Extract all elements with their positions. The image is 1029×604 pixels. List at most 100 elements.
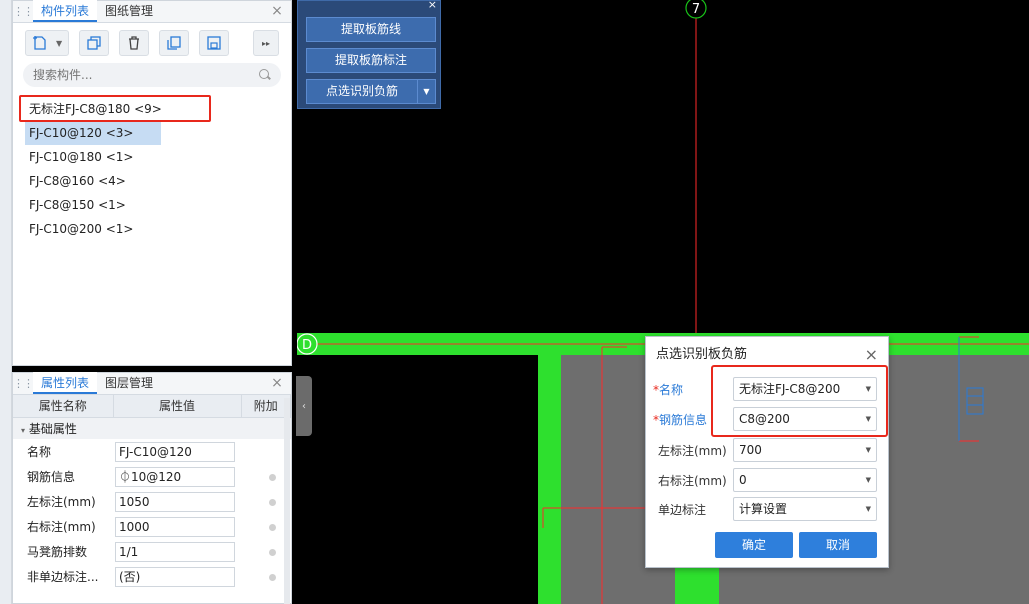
chevron-down-icon: ▼ xyxy=(865,476,871,484)
delete-component-button[interactable] xyxy=(119,30,149,56)
close-icon[interactable]: × xyxy=(428,0,437,11)
field-label: 左标注(mm) xyxy=(658,444,727,458)
table-row: 名称 FJ-C10@120 xyxy=(13,439,291,464)
chevron-down-icon: ▼ xyxy=(865,505,871,513)
property-name: 非单边标注... xyxy=(27,570,99,584)
extract-rebar-annotation-button[interactable]: 提取板筋标注 xyxy=(306,48,436,73)
property-name: 钢筋信息 xyxy=(27,470,76,484)
trash-icon xyxy=(129,36,139,50)
property-value-field[interactable]: ⏀10@120 xyxy=(115,466,235,487)
select-value: 700 xyxy=(739,443,762,457)
new-component-button[interactable]: ▼ xyxy=(25,30,69,56)
close-icon[interactable]: × xyxy=(865,337,878,373)
left-dock-strip xyxy=(0,0,12,604)
axis-label-d: D xyxy=(302,338,312,353)
scrollbar[interactable] xyxy=(284,398,290,604)
field-row-name: *名称 无标注FJ-C8@200 ▼ xyxy=(646,377,890,401)
field-row-single-side: 单边标注 计算设置 ▼ xyxy=(646,497,890,521)
ok-button[interactable]: 确定 xyxy=(715,532,793,558)
chevron-down-icon[interactable]: ▼ xyxy=(418,79,436,104)
property-value-field[interactable]: 1050 xyxy=(115,491,235,512)
list-item[interactable]: FJ-C10@200 <1> xyxy=(25,217,161,241)
tab-component-list[interactable]: 构件列表 xyxy=(33,0,98,22)
chevron-down-icon: ▼ xyxy=(865,385,871,393)
component-list-panel: ⋮⋮ 构件列表 图纸管理 × ▼ ▸▸ 搜索构件... 无标注FJ-C8@180… xyxy=(12,0,292,366)
property-name: 马凳筋排数 xyxy=(27,545,88,559)
list-item[interactable]: FJ-C8@160 <4> xyxy=(25,169,161,193)
component-list: 无标注FJ-C8@180 <9> FJ-C10@120 <3> FJ-C10@1… xyxy=(13,97,291,241)
point-recognize-dialog: 点选识别板负筋 × *名称 无标注FJ-C8@200 ▼ *钢筋信息 C8@200… xyxy=(645,336,889,568)
beam-vertical xyxy=(675,568,719,604)
chevron-down-icon: ▼ xyxy=(865,446,871,454)
select-value: 计算设置 xyxy=(739,502,788,516)
list-item[interactable]: FJ-C8@150 <1> xyxy=(25,193,161,217)
select-value: 无标注FJ-C8@200 xyxy=(739,382,841,396)
property-table: 属性名称 属性值 附加 ▾ 基础属性 名称 FJ-C10@120 钢筋信息 ⏀1… xyxy=(13,395,291,589)
cancel-button[interactable]: 取消 xyxy=(799,532,877,558)
drag-grip-icon[interactable]: ⋮⋮ xyxy=(13,372,34,394)
list-item[interactable]: FJ-C10@180 <1> xyxy=(25,145,161,169)
field-row-right-annotation: 右标注(mm) 0 ▼ xyxy=(646,468,890,492)
component-panel-header: ⋮⋮ 构件列表 图纸管理 × xyxy=(13,0,291,23)
attach-checkbox[interactable] xyxy=(269,548,277,556)
select-value: C8@200 xyxy=(739,412,790,426)
attach-checkbox[interactable] xyxy=(269,523,277,531)
component-toolbar: ▼ ▸▸ xyxy=(13,23,291,63)
more-tools-button[interactable]: ▸▸ xyxy=(253,30,279,56)
property-value-field[interactable]: FJ-C10@120 xyxy=(115,441,235,462)
table-row: 马凳筋排数 1/1 xyxy=(13,539,291,564)
field-label: 名称 xyxy=(659,383,684,397)
group-row[interactable]: ▾ 基础属性 xyxy=(13,417,291,439)
floppy-icon xyxy=(207,36,221,50)
chevron-down-icon: ▼ xyxy=(865,415,871,423)
search-input[interactable] xyxy=(33,68,259,82)
field-label: 右标注(mm) xyxy=(658,474,727,488)
extract-rebar-lines-button[interactable]: 提取板筋线 xyxy=(306,17,436,42)
save-template-button[interactable] xyxy=(199,30,229,56)
new-file-icon xyxy=(33,36,46,50)
left-annotation-select[interactable]: 700 ▼ xyxy=(733,438,877,462)
close-icon[interactable]: × xyxy=(269,3,285,19)
property-value-field[interactable]: 1/1 xyxy=(115,541,235,562)
search-icon xyxy=(259,69,271,81)
property-list-panel: ⋮⋮ 属性列表 图层管理 × 属性名称 属性值 附加 ▾ 基础属性 名称 FJ-… xyxy=(12,372,292,604)
tab-layer-management[interactable]: 图层管理 xyxy=(97,372,161,394)
chevron-left-icon: ‹ xyxy=(302,400,306,412)
field-row-left-annotation: 左标注(mm) 700 ▼ xyxy=(646,438,890,462)
property-value-field[interactable]: (否) xyxy=(115,566,235,587)
property-name: 名称 xyxy=(27,445,52,459)
single-side-select[interactable]: 计算设置 ▼ xyxy=(733,497,877,521)
list-item[interactable]: FJ-C10@120 <3> xyxy=(25,121,161,145)
select-value: 0 xyxy=(739,473,747,487)
collapse-panel-tab[interactable]: ‹ xyxy=(296,376,312,436)
layer-copy-button[interactable] xyxy=(159,30,189,56)
field-label: 钢筋信息 xyxy=(659,413,708,427)
double-chevron-right-icon: ▸▸ xyxy=(261,38,271,48)
rebar-info-select[interactable]: C8@200 ▼ xyxy=(733,407,877,431)
list-item[interactable]: 无标注FJ-C8@180 <9> xyxy=(25,97,205,121)
tab-drawing-management[interactable]: 图纸管理 xyxy=(97,0,161,22)
attach-checkbox[interactable] xyxy=(269,573,277,581)
table-row: 左标注(mm) 1050 xyxy=(13,489,291,514)
table-header-row: 属性名称 属性值 附加 xyxy=(13,395,291,418)
component-search[interactable] xyxy=(23,63,281,87)
collapse-triangle-icon[interactable]: ▾ xyxy=(21,426,25,435)
recognition-toolbar: × 提取板筋线 提取板筋标注 点选识别负筋 ▼ xyxy=(297,0,441,109)
beam-vertical xyxy=(538,333,561,604)
attach-checkbox[interactable] xyxy=(269,473,277,481)
right-annotation-select[interactable]: 0 ▼ xyxy=(733,468,877,492)
copy-icon xyxy=(87,36,101,50)
axis-label-7: 7 xyxy=(692,2,700,17)
copy-component-button[interactable] xyxy=(79,30,109,56)
close-icon[interactable]: × xyxy=(269,375,285,391)
name-select[interactable]: 无标注FJ-C8@200 ▼ xyxy=(733,377,877,401)
point-recognize-split-button: 点选识别负筋 ▼ xyxy=(306,79,436,104)
property-value-field[interactable]: 1000 xyxy=(115,516,235,537)
point-recognize-negative-rebar-button[interactable]: 点选识别负筋 xyxy=(306,79,418,104)
layers-copy-icon xyxy=(167,36,181,50)
drag-grip-icon[interactable]: ⋮⋮ xyxy=(13,0,34,22)
attach-checkbox[interactable] xyxy=(269,498,277,506)
chevron-down-icon: ▼ xyxy=(56,38,63,48)
dialog-title: 点选识别板负筋 xyxy=(656,347,748,362)
tab-property-list[interactable]: 属性列表 xyxy=(33,372,98,394)
